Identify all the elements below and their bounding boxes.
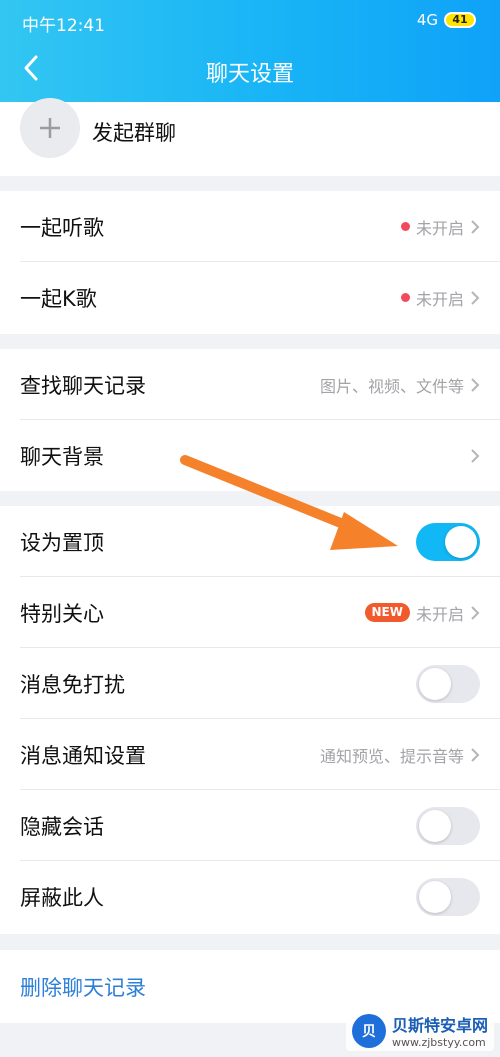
watermark: 贝 贝斯特安卓网 www.zjbstyy.com: [345, 1010, 494, 1051]
pin-top-toggle[interactable]: [416, 522, 480, 561]
red-dot-icon: [400, 293, 410, 302]
do-not-disturb-label: 消息免打扰: [20, 672, 125, 697]
watermark-title: 贝斯特安卓网: [391, 1016, 488, 1035]
sing-together-value: 未开启: [415, 289, 464, 309]
hide-chat-label: 隐藏会话: [20, 814, 104, 839]
settings-section: 设为置顶 特别关心 NEW 未开启 消息免打扰 消息通知设置 通知预览、提示音等…: [0, 506, 500, 934]
battery-icon: 41: [444, 12, 476, 28]
fun-section: 一起听歌 未开启 一起K歌 未开启: [0, 191, 500, 334]
listen-together-value: 未开启: [415, 218, 464, 238]
app-header: 中午12:41 4G 41 聊天设置: [0, 0, 500, 102]
chevron-right-icon: [471, 747, 480, 762]
listen-together-label: 一起听歌: [20, 215, 104, 240]
block-person-toggle[interactable]: [416, 877, 480, 916]
delete-history-label: 删除聊天记录: [20, 975, 146, 1000]
chevron-right-icon: [471, 605, 480, 620]
block-person-label: 屏蔽此人: [20, 885, 104, 910]
start-group-chat-label: 发起群聊: [92, 121, 176, 145]
history-section: 查找聊天记录 图片、视频、文件等 聊天背景: [0, 349, 500, 491]
special-care-value: 未开启: [415, 604, 464, 624]
chevron-right-icon: [471, 377, 480, 392]
status-bar: 中午12:41 4G 41: [0, 8, 500, 36]
page-title: 聊天设置: [205, 62, 294, 87]
plus-icon: [40, 118, 60, 138]
chevron-right-icon: [471, 448, 480, 463]
notification-settings-value: 通知预览、提示音等: [319, 746, 464, 766]
chat-background-label: 聊天背景: [20, 444, 104, 469]
hide-chat-row: 隐藏会话: [0, 790, 500, 861]
pin-top-label: 设为置顶: [20, 530, 104, 555]
notification-settings-row[interactable]: 消息通知设置 通知预览、提示音等: [0, 719, 500, 790]
status-time: 中午12:41: [22, 16, 105, 36]
listen-together-row[interactable]: 一起听歌 未开启: [0, 191, 500, 262]
sing-together-row[interactable]: 一起K歌 未开启: [0, 262, 500, 333]
search-history-row[interactable]: 查找聊天记录 图片、视频、文件等: [0, 349, 500, 420]
hide-chat-toggle[interactable]: [416, 806, 480, 845]
red-dot-icon: [400, 222, 410, 231]
sing-together-label: 一起K歌: [20, 286, 97, 311]
special-care-row[interactable]: 特别关心 NEW 未开启: [0, 577, 500, 648]
start-group-chat-button[interactable]: [20, 98, 80, 158]
watermark-logo: 贝: [351, 1013, 386, 1048]
pin-top-row: 设为置顶: [0, 506, 500, 577]
search-history-label: 查找聊天记录: [20, 373, 146, 398]
block-person-row: 屏蔽此人: [0, 861, 500, 932]
special-care-label: 特别关心: [20, 601, 104, 626]
network-label: 4G: [416, 11, 438, 29]
new-badge: NEW: [364, 603, 410, 622]
do-not-disturb-toggle[interactable]: [416, 664, 480, 703]
chevron-right-icon: [471, 219, 480, 234]
status-icons: 4G 41: [417, 11, 476, 29]
watermark-url: www.zjbstyy.com: [391, 1036, 486, 1049]
notification-settings-label: 消息通知设置: [20, 743, 146, 768]
search-history-value: 图片、视频、文件等: [319, 376, 464, 396]
do-not-disturb-row: 消息免打扰: [0, 648, 500, 719]
chat-background-row[interactable]: 聊天背景: [0, 420, 500, 491]
chevron-right-icon: [471, 290, 480, 305]
